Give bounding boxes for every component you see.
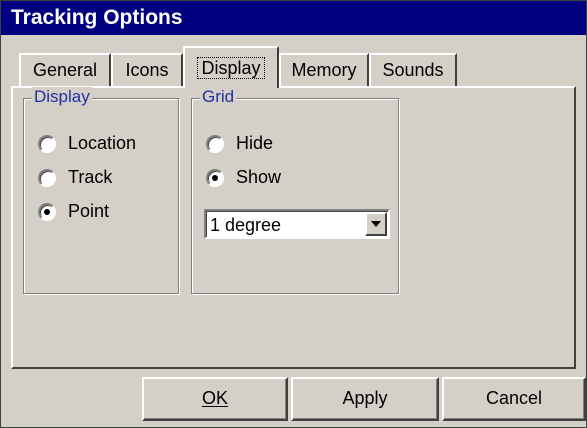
tab-icons-label: Icons (125, 60, 169, 80)
radio-point-button[interactable] (38, 202, 56, 221)
tab-sounds-label: Sounds (382, 60, 444, 80)
grid-groupbox: Grid Hide Show 1 degree (191, 87, 399, 294)
display-group-legend: Display (32, 87, 92, 107)
radio-show-label: Show (236, 167, 282, 187)
dialog-title: Tracking Options (1, 1, 586, 35)
radio-hide-label: Hide (236, 133, 274, 153)
tracking-options-dialog: Tracking Options General Icons Display M… (0, 0, 587, 428)
tab-general[interactable]: General (19, 53, 111, 86)
radio-show-button[interactable] (206, 168, 224, 187)
tab-memory-label: Memory (291, 60, 357, 80)
grid-spacing-select[interactable]: 1 degree (204, 209, 390, 239)
ok-button-label: OK (201, 388, 228, 408)
radio-show[interactable]: Show (206, 167, 281, 188)
tab-sounds[interactable]: Sounds (369, 53, 457, 86)
tab-general-label: General (32, 60, 98, 80)
tab-icons[interactable]: Icons (111, 53, 183, 86)
ok-button[interactable]: OK (142, 377, 288, 421)
cancel-button[interactable]: Cancel (442, 377, 586, 421)
radio-track-label: Track (68, 167, 113, 187)
radio-location-label: Location (68, 133, 137, 153)
radio-point-label: Point (68, 201, 110, 221)
chevron-down-icon[interactable] (365, 212, 387, 236)
radio-location[interactable]: Location (38, 133, 136, 154)
tab-display[interactable]: Display (183, 46, 279, 88)
apply-button[interactable]: Apply (291, 377, 439, 421)
radio-hide-button[interactable] (206, 134, 224, 153)
radio-location-button[interactable] (38, 134, 56, 153)
apply-button-label: Apply (342, 388, 388, 408)
display-tab-panel: Display Location Track Point Grid Hide S… (11, 86, 576, 369)
display-groupbox: Display Location Track Point (23, 87, 179, 294)
radio-track-button[interactable] (38, 168, 56, 187)
tab-display-label: Display (197, 57, 265, 79)
radio-hide[interactable]: Hide (206, 133, 273, 154)
radio-track[interactable]: Track (38, 167, 112, 188)
grid-group-legend: Grid (200, 87, 237, 107)
radio-point[interactable]: Point (38, 201, 109, 222)
grid-spacing-value: 1 degree (210, 215, 282, 235)
tab-memory[interactable]: Memory (279, 53, 369, 86)
cancel-button-label: Cancel (485, 388, 543, 408)
